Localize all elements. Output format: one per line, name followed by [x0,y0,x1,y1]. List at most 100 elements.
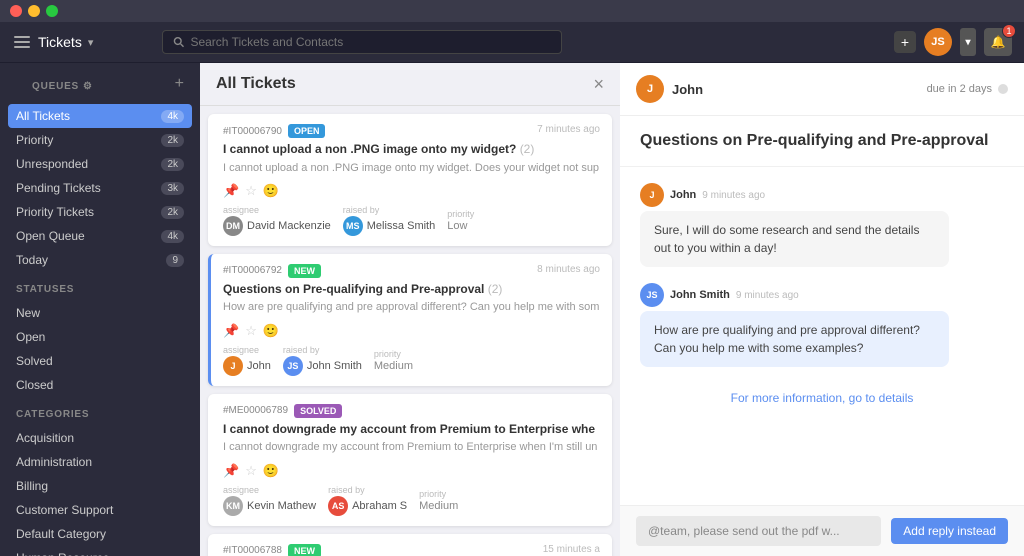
sidebar-item-open-queue[interactable]: Open Queue 4k [0,224,200,248]
search-bar[interactable] [162,30,562,54]
ticket-card-1[interactable]: #IT00006790 OPEN 7 minutes ago I cannot … [208,114,612,246]
ticket-id-status-1: #IT00006790 OPEN [223,124,325,138]
topbar-actions: + JS ▾ 🔔 1 [894,28,1012,56]
tickets-header: All Tickets × [200,63,620,106]
pin-icon-1[interactable]: 📌 [223,183,239,199]
ticket-preview-1: I cannot upload a non .PNG image onto my… [223,161,600,175]
reply-input-area[interactable]: @team, please send out the pdf w... [636,516,881,546]
emoji-icon-2[interactable]: 🙂 [263,323,279,339]
sidebar-item-billing[interactable]: Billing [0,474,200,498]
add-queue-button[interactable]: + [175,75,184,93]
emoji-icon-3[interactable]: 🙂 [263,463,279,479]
message-2: JS John Smith 9 minutes ago How are pre … [640,283,949,367]
detail-link[interactable]: For more information, go to details [640,383,1004,413]
sidebar-item-solved[interactable]: Solved [0,349,200,373]
ticket-title-2: Questions on Pre-qualifying and Pre-appr… [223,282,600,298]
pending-badge: 3k [161,182,184,195]
sidebar-item-closed[interactable]: Closed [0,373,200,397]
ticket-card-2-header: #IT00006792 NEW 8 minutes ago [223,264,600,278]
sidebar-item-acquisition[interactable]: Acquisition [0,426,200,450]
ticket-time-4: 15 minutes a [543,544,600,555]
detail-due: due in 2 days [927,83,1008,95]
sidebar-item-all-tickets[interactable]: All Tickets 4k [8,104,192,128]
app-logo[interactable]: Tickets ▾ [12,32,152,52]
sidebar-item-default-category[interactable]: Default Category [0,522,200,546]
ticket-card-3[interactable]: #ME00006789 SOLVED I cannot downgrade my… [208,394,612,526]
notification-button[interactable]: 🔔 1 [984,28,1012,56]
priority-badge: 2k [161,134,184,147]
app-container: Tickets ▾ + JS ▾ 🔔 1 QUEUES [0,0,1024,556]
detail-user-avatar: J [636,75,664,103]
ticket-status-4: NEW [288,544,321,556]
sidebar-item-today[interactable]: Today 9 [0,248,200,272]
ticket-card-2[interactable]: #IT00006792 NEW 8 minutes ago Questions … [208,254,612,386]
message-2-avatar: JS [640,283,664,307]
priority-3: priority Medium [419,489,458,512]
close-dot[interactable] [10,5,22,17]
all-tickets-badge: 4k [161,110,184,123]
menu-icon [12,32,32,52]
reply-placeholder: @team, please send out the pdf w... [648,524,840,538]
sidebar-item-customer-support[interactable]: Customer Support [0,498,200,522]
ticket-id-3: #ME00006789 [223,405,288,416]
ticket-card-4[interactable]: #IT00006788 NEW 15 minutes a The applica… [208,534,612,556]
emoji-icon-1[interactable]: 🙂 [263,183,279,199]
tickets-panel: All Tickets × #IT00006790 OPEN 7 minutes… [200,63,620,556]
sidebar-item-priority-tickets[interactable]: Priority Tickets 2k [0,200,200,224]
raised-3: raised by AS Abraham S [328,485,407,516]
add-button[interactable]: + [894,31,916,53]
tickets-title: All Tickets [216,75,296,93]
ticket-id-status-3: #ME00006789 SOLVED [223,404,342,418]
detail-header: J John due in 2 days [620,63,1024,116]
pin-icon-3[interactable]: 📌 [223,463,239,479]
sidebar-item-unresponded[interactable]: Unresponded 2k [0,152,200,176]
queues-title: QUEUES ⚙ [16,69,109,98]
assignee-1: assignee DM David Mackenzie [223,205,331,236]
sidebar-item-priority[interactable]: Priority 2k [0,128,200,152]
avatar-dropdown[interactable]: ▾ [960,28,976,56]
ticket-id-status-2: #IT00006792 NEW [223,264,321,278]
assignee-avatar-2: J [223,356,243,376]
message-2-time: 9 minutes ago [736,290,799,301]
unresponded-badge: 2k [161,158,184,171]
ticket-id-2: #IT00006792 [223,265,282,276]
star-icon-3[interactable]: ☆ [245,463,257,479]
star-icon-1[interactable]: ☆ [245,183,257,199]
raised-1: raised by MS Melissa Smith [343,205,435,236]
priority-1: priority Low [447,209,474,232]
message-1-text: Sure, I will do some research and send t… [640,211,949,267]
ticket-card-1-header: #IT00006790 OPEN 7 minutes ago [223,124,600,138]
ticket-title-3: I cannot downgrade my account from Premi… [223,422,600,438]
add-reply-button[interactable]: Add reply instead [891,518,1008,544]
sidebar-item-administration[interactable]: Administration [0,450,200,474]
sidebar-item-new[interactable]: New [0,301,200,325]
window-chrome [0,0,1024,22]
pin-icon-2[interactable]: 📌 [223,323,239,339]
star-icon-2[interactable]: ☆ [245,323,257,339]
dropdown-icon[interactable]: ▾ [88,36,94,49]
sidebar-item-open[interactable]: Open [0,325,200,349]
detail-title: Questions on Pre-qualifying and Pre-appr… [620,116,1024,167]
minimize-dot[interactable] [28,5,40,17]
detail-user-name: John [672,82,703,97]
search-input[interactable] [190,35,551,49]
raised-2: raised by JS John Smith [283,345,362,376]
status-dot [998,84,1008,94]
pending-label: Pending Tickets [16,181,101,195]
avatar-js[interactable]: JS [924,28,952,56]
assignee-avatar-3: KM [223,496,243,516]
message-1-sender: J John 9 minutes ago [640,183,949,207]
sidebar-item-pending[interactable]: Pending Tickets 3k [0,176,200,200]
maximize-dot[interactable] [46,5,58,17]
open-queue-badge: 4k [161,230,184,243]
detail-footer: @team, please send out the pdf w... Add … [620,505,1024,556]
close-tickets-button[interactable]: × [593,75,604,93]
ticket-time-2: 8 minutes ago [537,264,600,275]
ticket-time-1: 7 minutes ago [537,124,600,135]
ticket-actions-1: 📌 ☆ 🙂 [223,183,600,199]
due-text: due in 2 days [927,83,992,95]
ticket-preview-2: How are pre qualifying and pre approval … [223,300,600,314]
sidebar-item-human-resource[interactable]: Human Resource [0,546,200,556]
sidebar: QUEUES ⚙ + All Tickets 4k Priority 2k Un… [0,63,200,556]
detail-panel: J John due in 2 days Questions on Pre-qu… [620,63,1024,556]
